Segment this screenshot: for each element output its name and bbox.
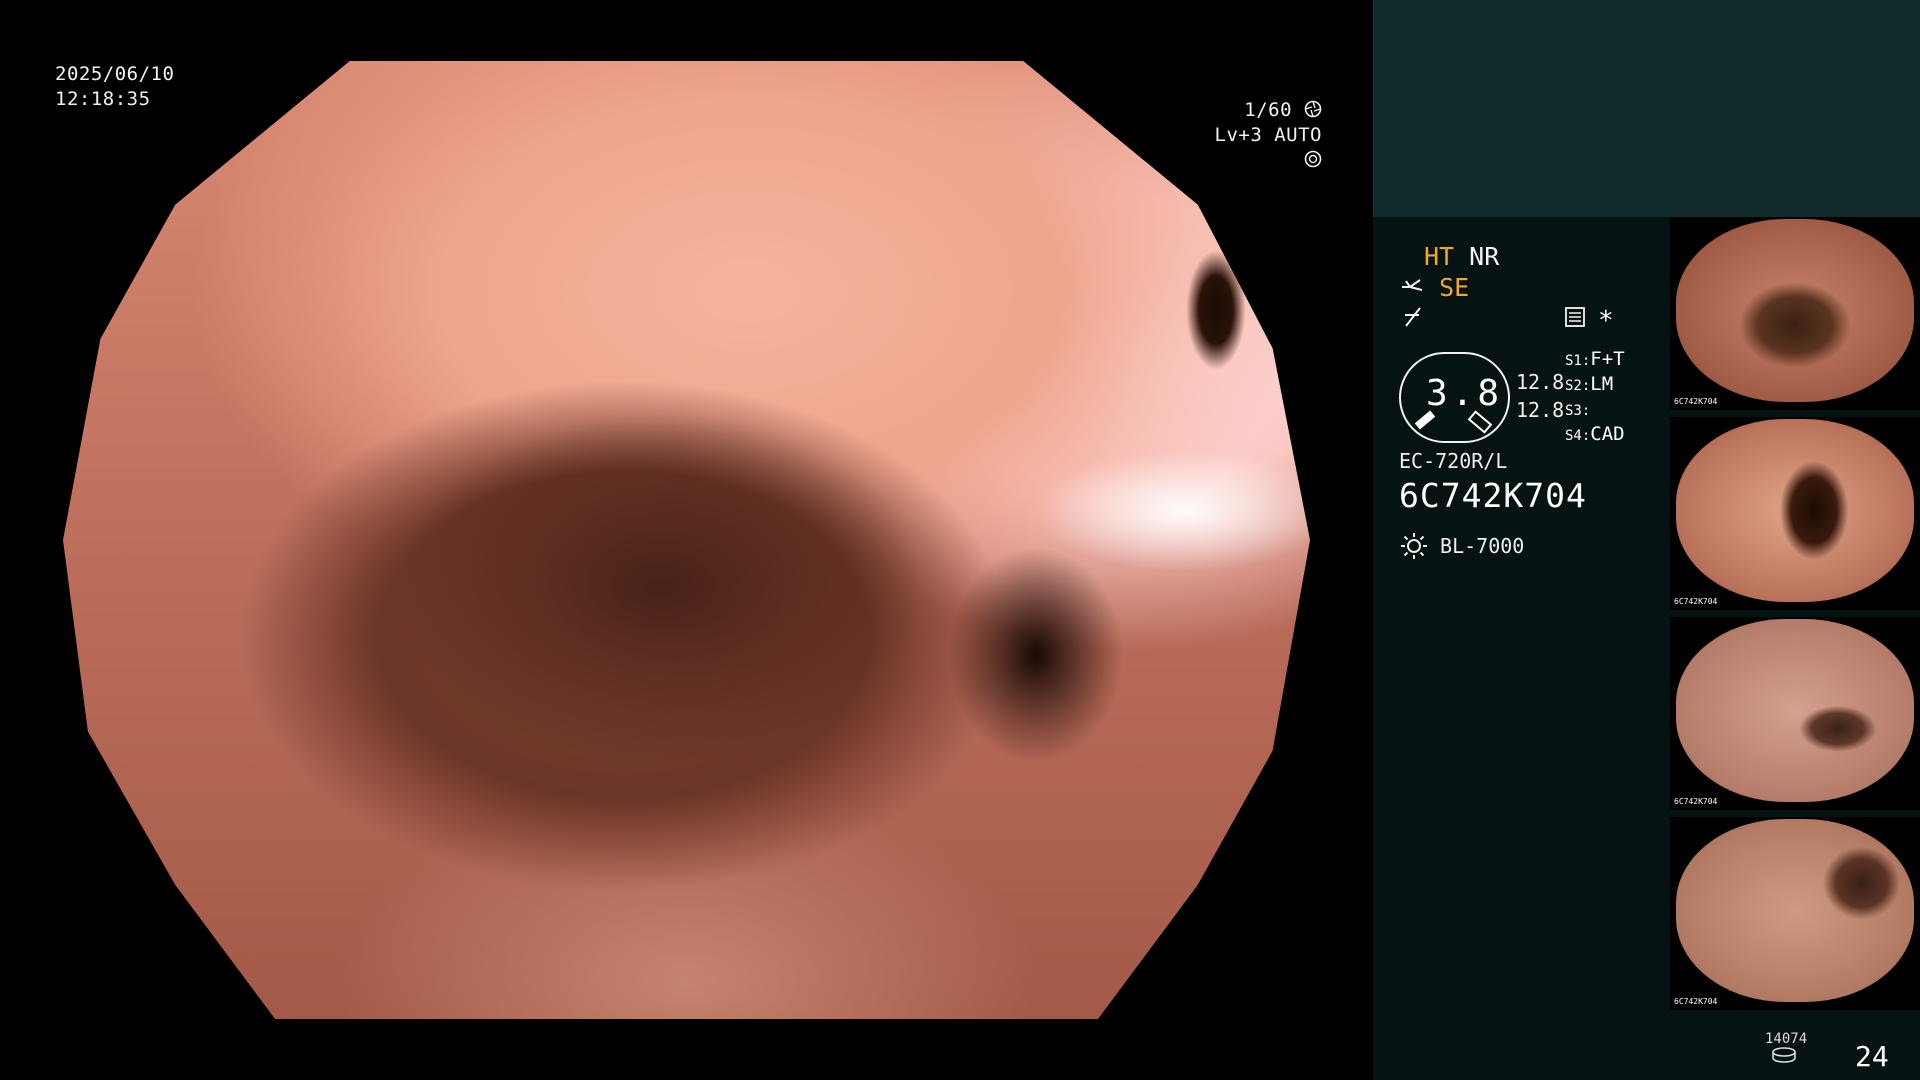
disk-status: 14074: [1765, 1031, 1807, 1067]
freeze-indicator: [1402, 306, 1424, 332]
thumbnail-image: [1676, 219, 1914, 402]
lumen-shadow: [1186, 250, 1246, 370]
scope-value: 3.8: [1426, 373, 1504, 414]
mode-ht: HT: [1424, 242, 1455, 271]
thumbnail-label: 6C742K704: [1674, 597, 1718, 606]
scope-serial: 6C742K704: [1399, 476, 1587, 515]
switch-row: S2:LM: [1565, 373, 1614, 395]
iris-icon: [1304, 150, 1322, 168]
thumbnail-label: 6C742K704: [1674, 397, 1718, 406]
thumbnail-1[interactable]: 6C742K704: [1670, 217, 1920, 410]
mode-row-1: HT NR: [1424, 242, 1499, 271]
thumbnail-label: 6C742K704: [1674, 997, 1718, 1006]
mode-nr: NR: [1469, 242, 1500, 271]
light-source-row: BL-7000: [1400, 532, 1524, 560]
thumbnail-3[interactable]: 6C742K704: [1670, 617, 1920, 810]
mode-row-2: SE: [1400, 273, 1469, 302]
thumbnail-2[interactable]: 6C742K704: [1670, 417, 1920, 610]
range-bottom: 12.8: [1516, 398, 1565, 422]
thumbnail-image: [1676, 819, 1914, 1002]
aperture-icon: [1304, 100, 1322, 118]
exposure-text: AUTO: [1274, 124, 1322, 146]
sun-icon: [1401, 533, 1427, 559]
image-counter: 24: [1855, 1040, 1889, 1073]
light-source-text: BL-7000: [1440, 534, 1525, 558]
thumbnail-label: 6C742K704: [1674, 797, 1718, 806]
time-text: 12:18:35: [55, 88, 151, 110]
switch-list: S1:F+T S2:LM S3: S4:CAD: [1565, 348, 1625, 448]
settings-indicator: [1564, 306, 1586, 332]
endoscopy-image: [63, 61, 1310, 1019]
thumbnail-image: [1676, 419, 1914, 602]
switch-row: S3:: [1565, 403, 1591, 419]
disk-count-text: 14074: [1765, 1031, 1808, 1047]
level-text: Lv+3: [1214, 124, 1263, 146]
menu-card-icon: [1565, 307, 1585, 327]
switch-row: S1:F+T: [1565, 348, 1625, 370]
exposure-info: 1/60 Lv+3 AUTO: [1192, 98, 1322, 173]
scope-model: EC-720R/L: [1399, 449, 1508, 473]
disk-icon: [1772, 1047, 1796, 1063]
switch-row: S4:CAD: [1565, 423, 1625, 445]
slash-f-icon: [1405, 307, 1421, 327]
shutter-text: 1/60: [1244, 99, 1293, 121]
range-top: 12.8: [1516, 370, 1565, 394]
datetime: 2025/06/10 12:18:35: [55, 62, 174, 112]
date-text: 2025/06/10: [55, 63, 175, 85]
star-mark: *: [1598, 306, 1614, 336]
thumbnail-image: [1676, 619, 1914, 802]
thumbnail-4[interactable]: 6C742K704: [1670, 817, 1920, 1010]
fork-icon: [1402, 279, 1423, 291]
mode-se: SE: [1439, 273, 1470, 302]
panel-header: [1373, 0, 1920, 217]
